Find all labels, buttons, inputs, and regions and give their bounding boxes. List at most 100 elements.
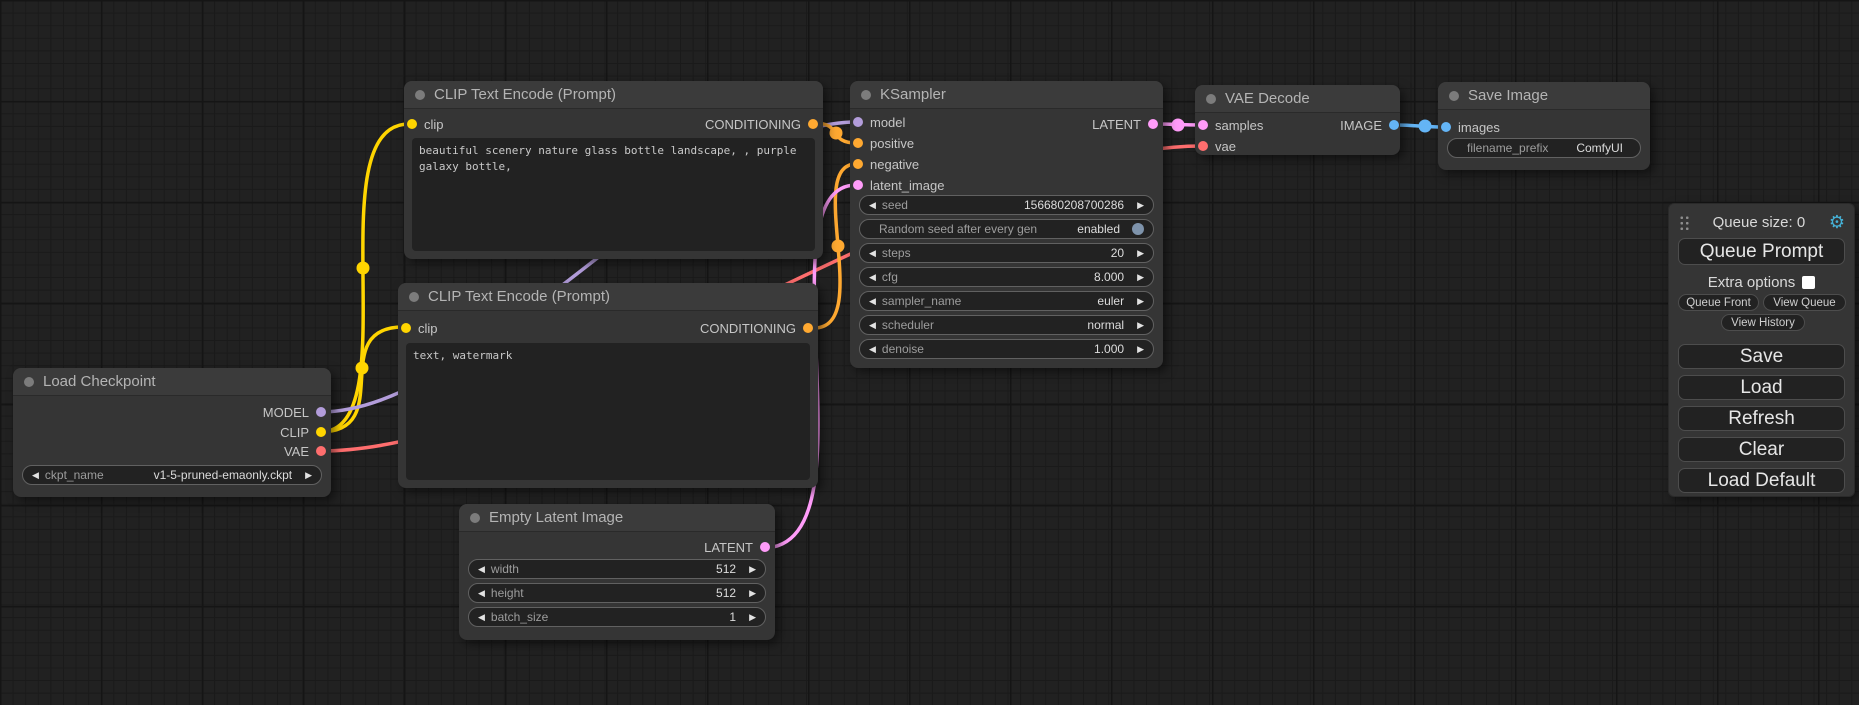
input-slot-model: model	[853, 113, 905, 131]
node-header[interactable]: CLIP Text Encode (Prompt)	[404, 81, 823, 109]
settings-gear-icon[interactable]: ⚙	[1829, 213, 1845, 231]
queue-prompt-button[interactable]: Queue Prompt	[1678, 238, 1845, 265]
negative-prompt-textarea[interactable]: text, watermark	[406, 343, 810, 480]
increment-arrow-icon[interactable]: ▶	[749, 613, 756, 622]
input-port-samples[interactable]	[1198, 120, 1208, 130]
decrement-arrow-icon[interactable]: ◀	[869, 321, 876, 330]
input-label: latent_image	[870, 178, 944, 193]
collapse-dot-icon[interactable]	[415, 90, 425, 100]
increment-arrow-icon[interactable]: ▶	[749, 589, 756, 598]
input-port-images[interactable]	[1441, 122, 1451, 132]
node-header[interactable]: VAE Decode	[1195, 85, 1400, 113]
decrement-arrow-icon[interactable]: ◀	[869, 297, 876, 306]
output-port-image[interactable]	[1389, 120, 1399, 130]
decrement-arrow-icon[interactable]: ◀	[478, 613, 485, 622]
increment-arrow-icon[interactable]: ▶	[1137, 345, 1144, 354]
batch-size-widget[interactable]: ◀ batch_size 1 ▶	[468, 607, 766, 627]
collapse-dot-icon[interactable]	[1206, 94, 1216, 104]
node-header[interactable]: Empty Latent Image	[459, 504, 775, 532]
queue-panel: Queue size: 0 ⚙ Queue Prompt Extra optio…	[1668, 203, 1855, 497]
output-port-latent[interactable]	[760, 542, 770, 552]
output-slot-vae: VAE	[284, 442, 326, 460]
increment-arrow-icon[interactable]: ▶	[1137, 249, 1144, 258]
collapse-dot-icon[interactable]	[24, 377, 34, 387]
collapse-dot-icon[interactable]	[861, 90, 871, 100]
increment-arrow-icon[interactable]: ▶	[305, 471, 312, 480]
drag-handle-icon[interactable]	[1678, 214, 1689, 230]
widget-value: 512	[716, 562, 736, 576]
node-header[interactable]: CLIP Text Encode (Prompt)	[398, 283, 818, 311]
increment-arrow-icon[interactable]: ▶	[1137, 201, 1144, 210]
node-clip-text-encode-positive[interactable]: CLIP Text Encode (Prompt) clip CONDITION…	[404, 81, 823, 259]
random-seed-widget[interactable]: Random seed after every gen enabled	[859, 219, 1154, 239]
load-default-button[interactable]: Load Default	[1678, 468, 1845, 493]
decrement-arrow-icon[interactable]: ◀	[869, 201, 876, 210]
decrement-arrow-icon[interactable]: ◀	[478, 589, 485, 598]
output-port-latent[interactable]	[1148, 119, 1158, 129]
input-port-clip[interactable]	[401, 323, 411, 333]
denoise-widget[interactable]: ◀ denoise 1.000 ▶	[859, 339, 1154, 359]
node-clip-text-encode-negative[interactable]: CLIP Text Encode (Prompt) clip CONDITION…	[398, 283, 818, 488]
filename-prefix-widget[interactable]: filename_prefix ComfyUI	[1447, 138, 1641, 158]
refresh-button[interactable]: Refresh	[1678, 406, 1845, 431]
queue-front-button[interactable]: Queue Front	[1678, 294, 1759, 311]
input-port-vae[interactable]	[1198, 141, 1208, 151]
node-graph-canvas[interactable]: Load Checkpoint MODEL CLIP VAE ◀ ckpt_na…	[0, 0, 1859, 705]
save-button[interactable]: Save	[1678, 344, 1845, 369]
input-label: model	[870, 115, 905, 130]
steps-widget[interactable]: ◀ steps 20 ▶	[859, 243, 1154, 263]
scheduler-widget[interactable]: ◀ scheduler normal ▶	[859, 315, 1154, 335]
node-empty-latent-image[interactable]: Empty Latent Image LATENT ◀ width 512 ▶ …	[459, 504, 775, 640]
output-port-vae[interactable]	[316, 446, 326, 456]
toggle-indicator[interactable]	[1132, 223, 1144, 235]
output-port-model[interactable]	[316, 407, 326, 417]
input-port-model[interactable]	[853, 117, 863, 127]
seed-widget[interactable]: ◀ seed 156680208700286 ▶	[859, 195, 1154, 215]
node-save-image[interactable]: Save Image images filename_prefix ComfyU…	[1438, 82, 1650, 170]
decrement-arrow-icon[interactable]: ◀	[869, 345, 876, 354]
collapse-dot-icon[interactable]	[409, 292, 419, 302]
input-port-clip[interactable]	[407, 119, 417, 129]
input-port-negative[interactable]	[853, 159, 863, 169]
output-port-conditioning[interactable]	[803, 323, 813, 333]
clear-button[interactable]: Clear	[1678, 437, 1845, 462]
node-header[interactable]: Save Image	[1438, 82, 1650, 110]
load-button[interactable]: Load	[1678, 375, 1845, 400]
node-vae-decode[interactable]: VAE Decode samples IMAGE vae	[1195, 85, 1400, 155]
increment-arrow-icon[interactable]: ▶	[1137, 297, 1144, 306]
collapse-dot-icon[interactable]	[470, 513, 480, 523]
input-slot-positive: positive	[853, 134, 914, 152]
positive-prompt-textarea[interactable]: beautiful scenery nature glass bottle la…	[412, 138, 815, 251]
decrement-arrow-icon[interactable]: ◀	[32, 471, 39, 480]
node-header[interactable]: Load Checkpoint	[13, 368, 331, 396]
input-slot-clip: clip	[407, 115, 444, 133]
widget-value: 1	[729, 610, 736, 624]
input-slot-samples: samples	[1198, 116, 1263, 134]
view-queue-button[interactable]: View Queue	[1763, 294, 1846, 311]
link-dot-positive	[830, 127, 843, 140]
decrement-arrow-icon[interactable]: ◀	[478, 565, 485, 574]
input-port-latent-image[interactable]	[853, 180, 863, 190]
collapse-dot-icon[interactable]	[1449, 91, 1459, 101]
increment-arrow-icon[interactable]: ▶	[1137, 321, 1144, 330]
node-ksampler[interactable]: KSampler model LATENT positive negative …	[850, 81, 1163, 368]
ckpt-name-widget[interactable]: ◀ ckpt_name v1-5-pruned-emaonly.ckpt ▶	[22, 465, 322, 485]
decrement-arrow-icon[interactable]: ◀	[869, 249, 876, 258]
increment-arrow-icon[interactable]: ▶	[1137, 273, 1144, 282]
output-port-clip[interactable]	[316, 427, 326, 437]
sampler-name-widget[interactable]: ◀ sampler_name euler ▶	[859, 291, 1154, 311]
node-title: Save Image	[1468, 87, 1548, 104]
height-widget[interactable]: ◀ height 512 ▶	[468, 583, 766, 603]
queue-size-label: Queue size: 0	[1689, 214, 1829, 231]
decrement-arrow-icon[interactable]: ◀	[869, 273, 876, 282]
output-port-conditioning[interactable]	[808, 119, 818, 129]
input-port-positive[interactable]	[853, 138, 863, 148]
width-widget[interactable]: ◀ width 512 ▶	[468, 559, 766, 579]
view-history-button[interactable]: View History	[1721, 314, 1805, 331]
increment-arrow-icon[interactable]: ▶	[749, 565, 756, 574]
node-header[interactable]: KSampler	[850, 81, 1163, 109]
node-load-checkpoint[interactable]: Load Checkpoint MODEL CLIP VAE ◀ ckpt_na…	[13, 368, 331, 497]
widget-value: ComfyUI	[1576, 141, 1623, 155]
extra-options-checkbox[interactable]	[1802, 276, 1815, 289]
cfg-widget[interactable]: ◀ cfg 8.000 ▶	[859, 267, 1154, 287]
